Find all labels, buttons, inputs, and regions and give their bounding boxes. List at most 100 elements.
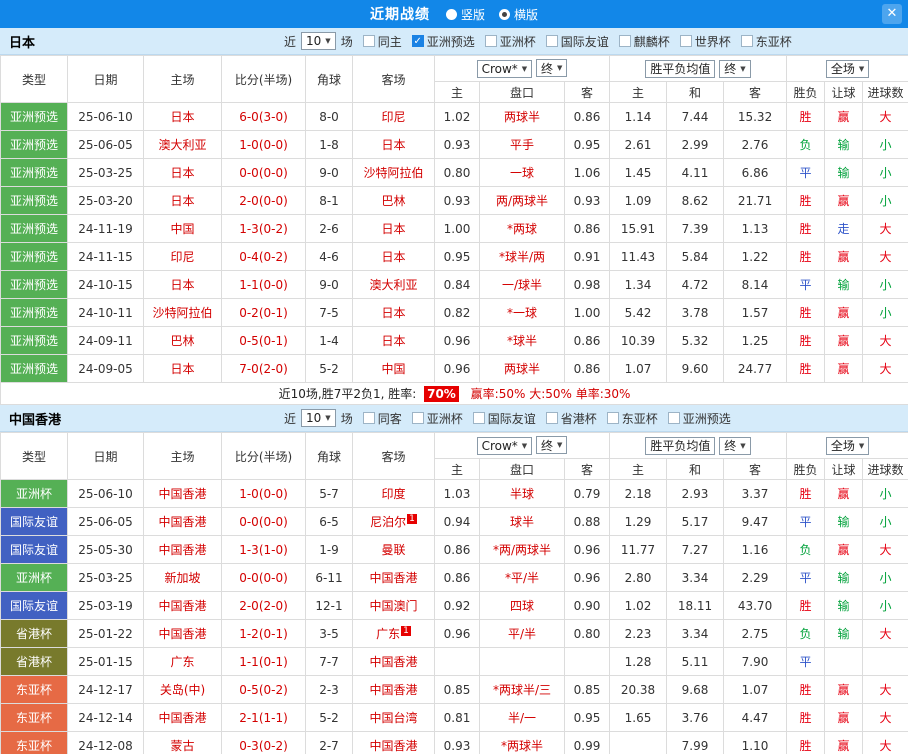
- avg-draw-odds: 5.17: [666, 507, 725, 536]
- away-team-text: 中国澳门: [369, 599, 418, 613]
- match-score: 0-5(0-2): [221, 675, 306, 704]
- match-row: 国际友谊 25-03-19 中国香港 2-0(2-0) 12-1 中国澳门 0.92 四球 0.…: [0, 591, 908, 620]
- handicap-result-mark: 赢: [824, 731, 864, 754]
- away-team: 曼联: [352, 535, 435, 564]
- match-count-select[interactable]: 10 ▼: [301, 32, 336, 50]
- away-odds: 0.86: [563, 214, 611, 243]
- filter-checkbox-亚洲预选[interactable]: ✓ 亚洲预选: [411, 33, 475, 50]
- chevron-down-icon: ▼: [557, 64, 563, 73]
- home-team: 中国香港: [143, 619, 222, 648]
- avg-final-select[interactable]: 终 ▼: [719, 59, 751, 78]
- avg-odds-value: 胜平负均值: [650, 62, 711, 76]
- win-rate-badge: 70%: [424, 386, 459, 402]
- close-button[interactable]: ✕: [882, 4, 902, 24]
- avg-away-odds: 3.37: [723, 479, 788, 508]
- result-mark: 平: [786, 507, 826, 536]
- page-title: 近期战绩: [369, 7, 430, 23]
- match-date: 25-06-10: [67, 479, 144, 508]
- avg-away-odds: 2.75: [723, 619, 788, 648]
- odds-final-select[interactable]: 终 ▼: [536, 436, 568, 455]
- filter-checkbox-世界杯[interactable]: 世界杯: [679, 33, 731, 50]
- radio-vertical-layout[interactable]: 竖版: [445, 6, 485, 23]
- col-score: 比分(半场): [221, 432, 306, 480]
- odds-final-select[interactable]: 终 ▼: [536, 59, 568, 78]
- avg-home-odds: 1.09: [609, 186, 668, 215]
- avg-home-odds: 5.42: [609, 298, 668, 327]
- home-team-text: 印尼: [170, 250, 195, 264]
- unchecked-checkbox-icon: [472, 412, 485, 424]
- filter-checkbox-同主[interactable]: 同主: [362, 33, 402, 50]
- filter-checkbox-亚洲预选[interactable]: 亚洲预选: [667, 410, 731, 427]
- filter-checkbox-东亚杯[interactable]: 东亚杯: [740, 33, 792, 50]
- avg-final-select[interactable]: 终 ▼: [719, 436, 751, 455]
- filter-checkbox-国际友谊[interactable]: 国际友谊: [545, 33, 609, 50]
- goals-result-mark: 小: [862, 507, 908, 536]
- away-odds: 0.90: [563, 591, 611, 620]
- radio-horizontal-layout[interactable]: 横版: [499, 6, 538, 23]
- avg-draw-odds: 2.99: [666, 130, 725, 159]
- avg-home-odds: 1.28: [609, 647, 668, 676]
- match-row: 亚洲预选 24-09-11 巴林 0-5(0-1) 1-4 日本 0.96 *球半 0.86 10…: [0, 326, 908, 355]
- result-mark: 平: [786, 647, 826, 676]
- odds-source-select[interactable]: Crow* ▼: [476, 436, 533, 455]
- filter-checkbox-亚洲杯[interactable]: 亚洲杯: [484, 33, 536, 50]
- result-mark: 胜: [786, 242, 826, 271]
- filter-checkbox-麒麟杯[interactable]: 麒麟杯: [618, 33, 670, 50]
- home-team-text: 巴林: [170, 334, 195, 348]
- chevron-down-icon: ▼: [858, 441, 865, 450]
- result-mark: 胜: [786, 326, 826, 355]
- home-team-text: 广东: [170, 655, 195, 669]
- handicap-result-mark: 输: [824, 591, 864, 620]
- home-team: 澳大利亚: [143, 130, 222, 159]
- filter-checkbox-同客[interactable]: 同客: [362, 410, 402, 427]
- scope-select[interactable]: 全场 ▼: [825, 436, 870, 455]
- away-odds: 1.06: [563, 158, 611, 187]
- handicap-result-mark: 输: [824, 619, 864, 648]
- match-type-badge: 国际友谊: [0, 507, 68, 536]
- result-mark: 胜: [786, 214, 826, 243]
- summary-text: 近10场,胜7平2负1, 胜率:: [278, 387, 417, 401]
- avg-odds-select[interactable]: 胜平负均值: [645, 59, 716, 78]
- col-away: 客场: [352, 432, 435, 480]
- avg-final-value: 终: [724, 439, 737, 453]
- goals-result-mark: 大: [862, 731, 908, 754]
- away-team: 尼泊尔 1: [352, 507, 435, 536]
- home-odds: 0.94: [434, 507, 480, 536]
- match-type-badge: 亚洲预选: [0, 242, 68, 271]
- avg-home-odds: 1.02: [609, 591, 668, 620]
- corner-score: 5-2: [305, 354, 353, 383]
- home-team: 新加坡: [143, 563, 222, 592]
- corner-score: 2-7: [305, 731, 353, 754]
- home-team-text: 蒙古: [170, 739, 195, 753]
- result-mark: 负: [786, 619, 826, 648]
- match-count-select[interactable]: 10 ▼: [301, 409, 336, 427]
- home-odds: 0.81: [434, 703, 480, 732]
- goals-result-mark: 小: [862, 186, 908, 215]
- col-avg-away: 客: [723, 458, 788, 480]
- filter-checkbox-亚洲杯[interactable]: 亚洲杯: [411, 410, 463, 427]
- filter-checkbox-省港杯[interactable]: 省港杯: [545, 410, 597, 427]
- odds-source-select[interactable]: Crow* ▼: [476, 59, 533, 78]
- goals-result-mark: 小: [862, 270, 908, 299]
- corner-score: 1-9: [305, 535, 353, 564]
- result-mark: 胜: [786, 186, 826, 215]
- home-odds: 0.80: [434, 158, 480, 187]
- match-score: 1-0(0-0): [221, 130, 306, 159]
- handicap-result-mark: 赢: [824, 186, 864, 215]
- match-count-value: 10: [306, 34, 322, 48]
- avg-odds-select[interactable]: 胜平负均值: [645, 436, 716, 455]
- avg-home-odds: 1.34: [609, 270, 668, 299]
- col-avg-home: 主: [609, 81, 668, 103]
- avg-draw-odds: 8.62: [666, 186, 725, 215]
- filter-checkbox-东亚杯[interactable]: 东亚杯: [606, 410, 658, 427]
- filter-near-label: 近: [284, 34, 297, 49]
- avg-away-odds: 8.14: [723, 270, 788, 299]
- avg-home-odds: 1.07: [609, 354, 668, 383]
- away-team: 印度: [352, 479, 435, 508]
- col-corner: 角球: [305, 432, 353, 480]
- result-mark: 胜: [786, 591, 826, 620]
- filter-checkbox-国际友谊[interactable]: 国际友谊: [472, 410, 536, 427]
- scope-select[interactable]: 全场 ▼: [825, 59, 870, 78]
- match-date: 25-03-20: [67, 186, 144, 215]
- filter-checkbox-label: 亚洲预选: [426, 34, 475, 49]
